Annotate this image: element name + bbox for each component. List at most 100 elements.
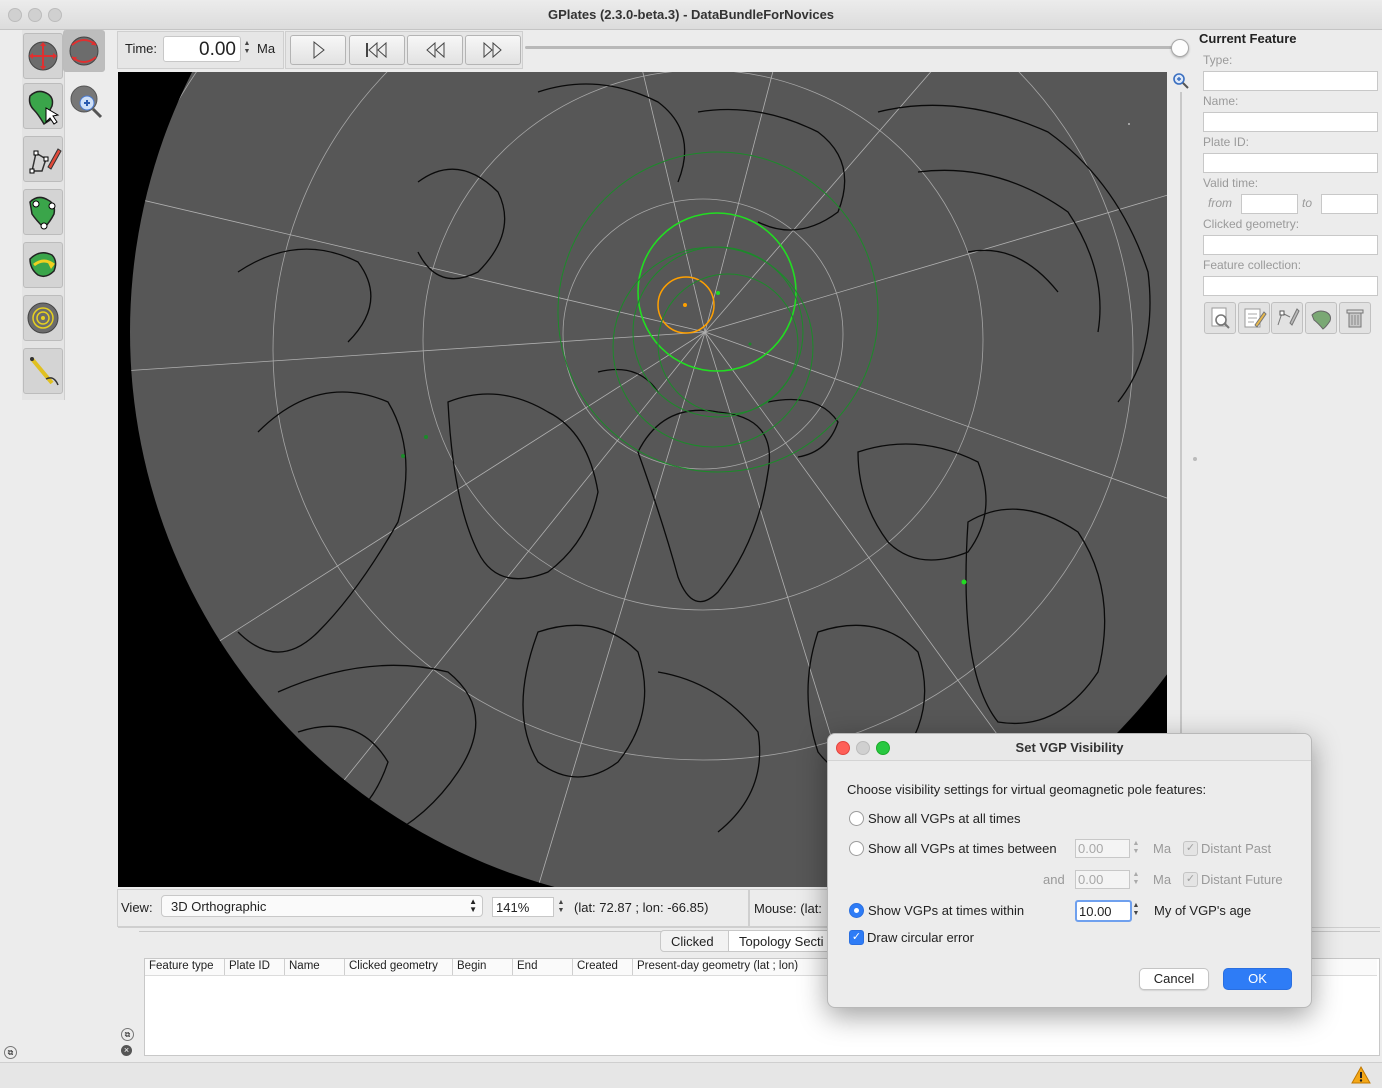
status-bar: [0, 1062, 1382, 1088]
time-label: Time:: [125, 41, 158, 56]
radio-show-within[interactable]: [849, 903, 864, 918]
draw-circular-error-checkbox[interactable]: ✓: [849, 930, 864, 945]
col-separator: [452, 959, 453, 975]
window-title: GPlates (2.3.0-beta.3) - DataBundleForNo…: [547, 7, 835, 22]
distant-past-checkbox[interactable]: ✓: [1183, 841, 1198, 856]
radio-show-between-label[interactable]: Show all VGPs at times between: [868, 841, 1057, 856]
choose-feature-icon: [28, 90, 60, 126]
edit-feature-icon: [1244, 308, 1267, 328]
between-from-stepper[interactable]: ▲ ▼: [1131, 840, 1141, 856]
query-feature-button[interactable]: [1204, 302, 1236, 334]
warning-icon: [1351, 1065, 1371, 1084]
tab-topology-sections[interactable]: Topology Secti: [728, 930, 830, 952]
col-feature-type[interactable]: Feature type: [149, 960, 214, 972]
col-clicked-geometry[interactable]: Clicked geometry: [349, 960, 438, 972]
col-created[interactable]: Created: [577, 960, 618, 972]
fast-forward-icon: [483, 41, 502, 59]
close-panel-icon[interactable]: ×: [121, 1045, 132, 1056]
step-back-button[interactable]: [407, 35, 463, 65]
tab-clicked-label: Clicked: [671, 934, 714, 949]
play-icon: [313, 40, 325, 60]
distant-past-label: Distant Past: [1201, 841, 1272, 856]
col-separator: [512, 959, 513, 975]
col-plate-id[interactable]: Plate ID: [229, 960, 270, 972]
rotate-globe-tool[interactable]: [63, 30, 105, 72]
projection-select[interactable]: 3D Orthographic ▲ ▼: [161, 895, 483, 917]
name-label: Name:: [1203, 94, 1239, 108]
ok-button[interactable]: OK: [1223, 968, 1292, 990]
between-from-input[interactable]: 0.00: [1075, 839, 1130, 858]
col-name[interactable]: Name: [289, 960, 320, 972]
time-value: 0.00: [199, 39, 236, 60]
digitise-icon: [29, 148, 62, 174]
move-pole-tool[interactable]: [23, 242, 63, 288]
plate-id-field[interactable]: [1203, 153, 1378, 173]
col-separator: [344, 959, 345, 975]
clicked-geometry-field[interactable]: [1203, 235, 1378, 255]
zoom-tool[interactable]: [67, 82, 105, 120]
radio-show-all-times[interactable]: [849, 811, 864, 826]
digitise-tool[interactable]: [23, 136, 63, 182]
step-forward-button[interactable]: [465, 35, 521, 65]
modify-geometry-tool[interactable]: [23, 189, 63, 235]
projection-value: 3D Orthographic: [171, 899, 267, 914]
magnifier-icon: [1173, 73, 1189, 89]
choose-feature-tool[interactable]: [23, 83, 63, 129]
feature-collection-field[interactable]: [1203, 276, 1378, 296]
valid-from-field[interactable]: [1241, 194, 1298, 214]
play-button[interactable]: [290, 35, 346, 65]
plate-id-label: Plate ID:: [1203, 135, 1250, 149]
within-input[interactable]: 10.00: [1075, 900, 1132, 922]
splitter-handle[interactable]: [1193, 457, 1197, 461]
zoom-input[interactable]: 141%: [492, 897, 554, 917]
within-unit: My of VGP's age: [1154, 903, 1252, 918]
within-value: 10.00: [1079, 904, 1112, 919]
globe-rotate-icon: [69, 36, 99, 66]
clone-feature-icon: [1311, 310, 1331, 330]
globe-zoom-button[interactable]: [1171, 71, 1189, 89]
restore-layout-icon[interactable]: ⧉: [4, 1046, 17, 1059]
modify-geometry-icon: [29, 196, 56, 230]
vgp-visibility-dialog: Set VGP Visibility: [827, 733, 1312, 1008]
col-separator: [632, 959, 633, 975]
reset-animation-button[interactable]: [349, 35, 405, 65]
digitise-vertex-icon: [1277, 308, 1300, 326]
col-end[interactable]: End: [517, 960, 537, 972]
between-to-unit: Ma: [1153, 872, 1172, 887]
tab-clicked[interactable]: Clicked: [660, 930, 730, 952]
undock-icon[interactable]: ⧉: [121, 1028, 134, 1041]
delete-feature-button[interactable]: [1339, 302, 1371, 334]
drag-globe-tool[interactable]: [23, 33, 63, 79]
clone-feature-button[interactable]: [1305, 302, 1337, 334]
draw-circular-error-label[interactable]: Draw circular error: [867, 930, 974, 945]
time-slider-track[interactable]: [525, 46, 1180, 49]
measure-distance-tool[interactable]: [23, 348, 63, 394]
col-present-day-geometry[interactable]: Present-day geometry (lat ; lon): [637, 960, 798, 972]
time-input[interactable]: 0.00: [163, 36, 241, 62]
cancel-button[interactable]: Cancel: [1139, 968, 1209, 990]
name-field[interactable]: [1203, 112, 1378, 132]
valid-to-field[interactable]: [1321, 194, 1378, 214]
small-circle-tool[interactable]: [23, 295, 63, 341]
radio-show-all-times-label[interactable]: Show all VGPs at all times: [868, 811, 1020, 826]
edit-feature-button[interactable]: [1238, 302, 1270, 334]
radio-show-within-label[interactable]: Show VGPs at times within: [868, 903, 1024, 918]
tab-topology-label: Topology Secti: [739, 934, 824, 949]
warning-button[interactable]: [1351, 1065, 1371, 1085]
small-circle-icon: [27, 302, 59, 334]
col-begin[interactable]: Begin: [457, 960, 486, 972]
time-slider-thumb[interactable]: [1171, 39, 1189, 57]
time-stepper[interactable]: ▲ ▼: [242, 40, 252, 56]
move-vertex-button[interactable]: [1271, 302, 1303, 334]
between-to-stepper[interactable]: ▲ ▼: [1131, 871, 1141, 887]
zoom-stepper[interactable]: ▲ ▼: [556, 899, 566, 915]
valid-time-label: Valid time:: [1203, 176, 1259, 190]
type-field[interactable]: [1203, 71, 1378, 91]
between-to-input[interactable]: 0.00: [1075, 870, 1130, 889]
mouse-coordinates: Mouse: (lat:: [754, 901, 822, 916]
rewind-icon: [426, 41, 445, 59]
radio-show-between[interactable]: [849, 841, 864, 856]
distant-future-checkbox[interactable]: ✓: [1183, 872, 1198, 887]
within-stepper[interactable]: ▲ ▼: [1131, 902, 1141, 918]
feature-collection-label: Feature collection:: [1203, 258, 1302, 272]
